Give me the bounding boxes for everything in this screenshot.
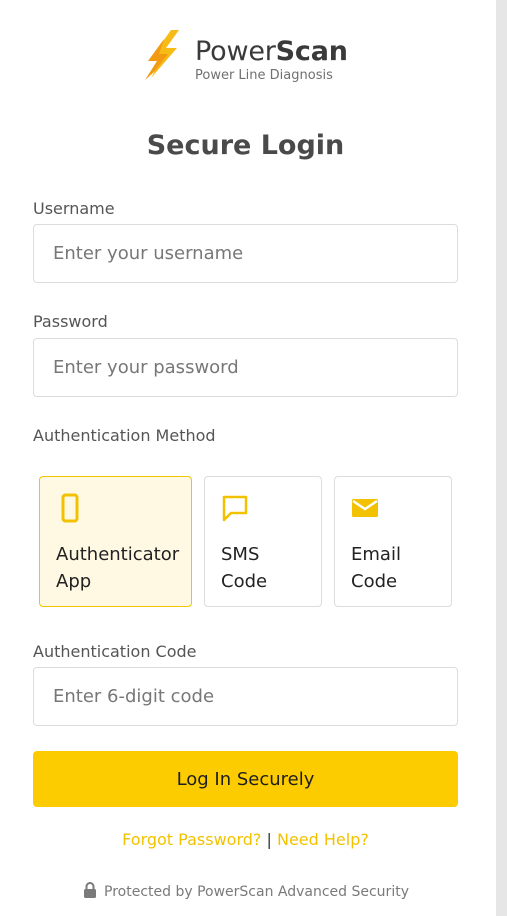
forgot-password-link[interactable]: Forgot Password? xyxy=(122,830,261,849)
security-note-text: Protected by PowerScan Advanced Security xyxy=(104,884,409,900)
auth-method-authenticator-app[interactable]: Authenticator App xyxy=(39,476,192,607)
auth-method-label-line1: Email xyxy=(351,544,401,565)
auth-method-sms-code[interactable]: SMS Code xyxy=(204,476,322,607)
password-label: Password xyxy=(33,312,108,331)
login-page: PowerScan Power Line Diagnosis Secure Lo… xyxy=(0,0,507,916)
scrollbar-track[interactable] xyxy=(496,0,507,916)
help-links: Forgot Password? | Need Help? xyxy=(33,829,458,851)
brand-header: PowerScan Power Line Diagnosis xyxy=(145,28,365,86)
auth-method-label-text: Email Code xyxy=(351,541,401,595)
auth-code-label: Authentication Code xyxy=(33,642,197,661)
auth-method-label-line2: Code xyxy=(351,571,398,592)
username-label: Username xyxy=(33,199,115,218)
auth-method-label-text: SMS Code xyxy=(221,541,267,595)
auth-code-input[interactable] xyxy=(33,667,458,726)
page-title: Secure Login xyxy=(146,130,345,161)
need-help-link[interactable]: Need Help? xyxy=(277,830,369,849)
security-note: Protected by PowerScan Advanced Security xyxy=(33,881,458,902)
brand-tagline: Power Line Diagnosis xyxy=(195,68,333,83)
lock-icon xyxy=(84,882,96,898)
login-button[interactable]: Log In Securely xyxy=(33,751,458,807)
message-icon xyxy=(222,495,248,522)
auth-method-email-code[interactable]: Email Code xyxy=(334,476,452,607)
auth-method-label-line1: SMS xyxy=(221,544,260,565)
password-input[interactable] xyxy=(33,338,458,397)
auth-method-label: Authentication Method xyxy=(33,426,216,445)
auth-method-label-line2: App xyxy=(56,571,92,592)
auth-method-label-line1: Authenticator xyxy=(56,544,180,565)
username-input[interactable] xyxy=(33,224,458,283)
lightning-bolt-icon xyxy=(145,30,179,80)
auth-method-label-line2: Code xyxy=(221,571,268,592)
link-separator: | xyxy=(266,830,272,849)
brand-name-bold: Scan xyxy=(275,36,348,67)
brand-name: PowerScan xyxy=(195,36,348,68)
smartphone-icon xyxy=(61,493,79,523)
auth-method-label-text: Authenticator App xyxy=(56,541,179,595)
brand-name-light: Power xyxy=(195,36,276,67)
mail-icon xyxy=(352,499,378,517)
